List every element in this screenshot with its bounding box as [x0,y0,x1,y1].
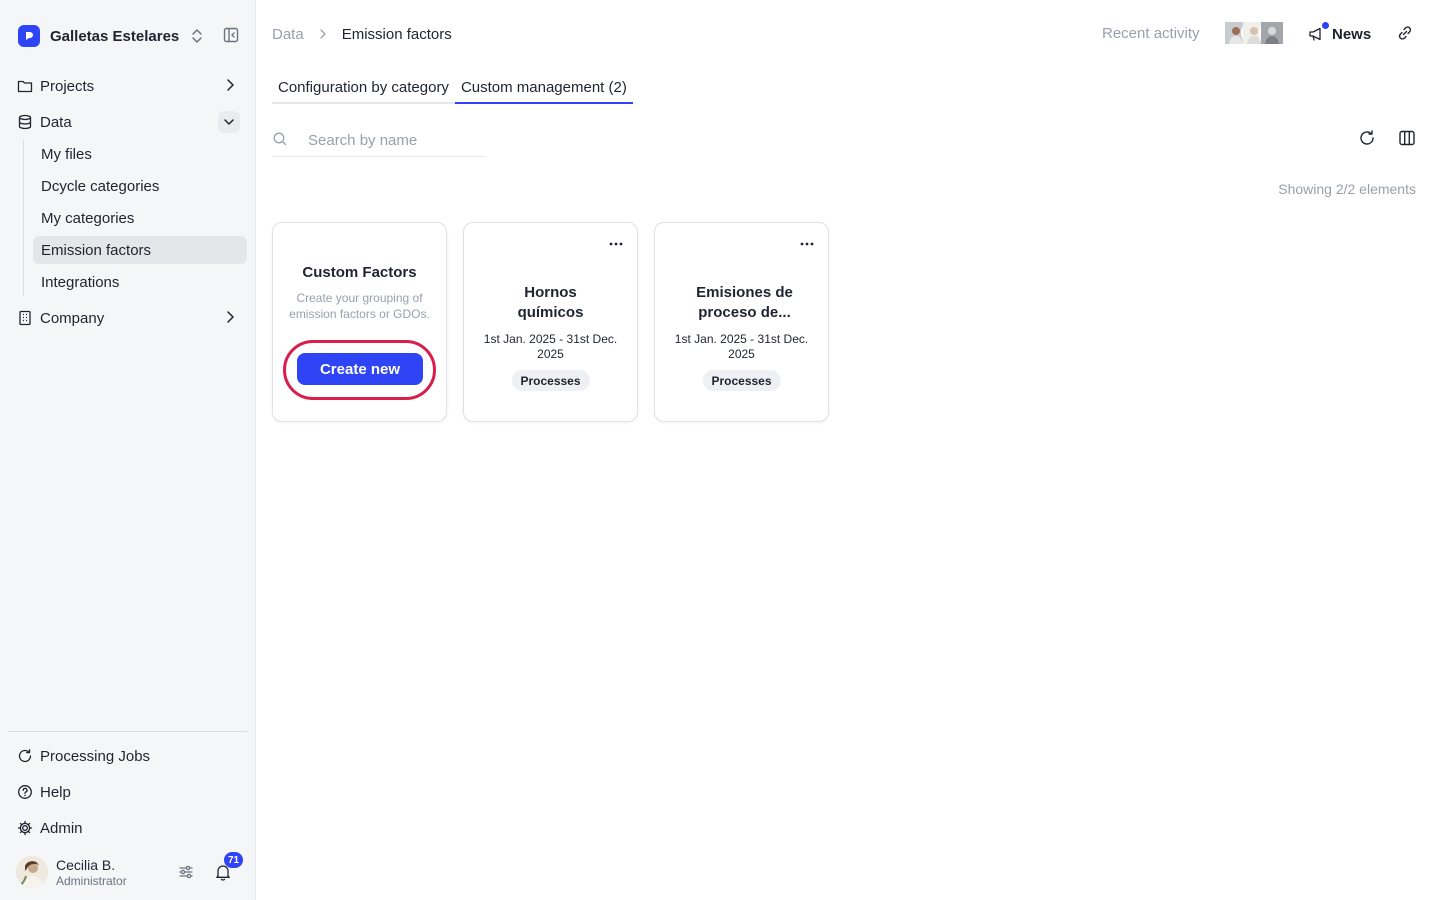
sidebar-item-my-files[interactable]: My files [33,140,247,168]
nav-processing-jobs[interactable]: Processing Jobs [16,742,244,770]
sidebar-item-dcycle-categories[interactable]: Dcycle categories [33,172,247,200]
breadcrumb-data-link[interactable]: Data [272,26,304,43]
card-title: Custom Factors [302,264,417,281]
link-icon[interactable] [1396,24,1414,42]
subnav-guide-line [23,140,24,296]
user-profile[interactable]: Cecilia B. Administrator 71 [16,852,248,890]
chevron-up-down-icon[interactable] [190,27,204,45]
chevron-right-icon [318,28,328,40]
card-title: Hornos químicos [517,284,584,321]
card-title: Emisiones de proceso de... [696,284,793,321]
database-icon [16,113,34,131]
refresh-icon[interactable] [1358,129,1376,147]
more-options-icon[interactable] [607,235,625,253]
element-count: Showing 2/2 elements [1278,181,1416,197]
recent-activity-link[interactable]: Recent activity [1102,25,1200,42]
org-name: Galletas Estelares [50,27,180,45]
chevron-right-icon[interactable] [222,309,238,325]
refresh-icon [16,747,34,765]
chevron-right-icon[interactable] [222,77,238,93]
category-tag: Processes [702,370,781,391]
nav-help-label: Help [40,783,71,801]
search-icon [272,131,288,147]
gear-icon [16,819,34,837]
create-custom-factors-card: Custom Factors Create your grouping of e… [272,222,447,422]
card-date-range: 1st Jan. 2025 - 31st Dec. 2025 [674,332,809,361]
tab-custom-management[interactable]: Custom management (2) [454,72,633,104]
category-tag: Processes [511,370,590,391]
collaborator-avatars[interactable] [1223,20,1285,48]
nav-processing-jobs-label: Processing Jobs [40,747,151,765]
breadcrumb-current: Emission factors [341,25,452,43]
org-switcher[interactable]: Galletas Estelares [18,24,246,48]
user-role: Administrator [56,874,127,888]
nav-admin-label: Admin [40,819,83,837]
nav-company[interactable]: Company [16,304,244,332]
nav-admin[interactable]: Admin [16,814,244,842]
tab-bar: Configuration by category Custom managem… [272,72,633,104]
card-date-range: 1st Jan. 2025 - 31st Dec. 2025 [483,332,618,361]
sliders-icon[interactable] [178,864,194,880]
org-logo-icon [18,25,40,47]
avatar[interactable] [16,856,48,888]
nav-data-label: Data [40,113,72,131]
sidebar-item-integrations[interactable]: Integrations [33,268,247,296]
columns-icon[interactable] [1398,129,1416,147]
tab-configuration-by-category[interactable]: Configuration by category [272,72,455,104]
help-circle-icon [16,783,34,801]
nav-projects[interactable]: Projects [16,72,244,100]
news-label: News [1332,25,1372,43]
breadcrumb: Data Emission factors [272,24,452,44]
news-button[interactable]: News [1308,22,1372,44]
custom-factor-card[interactable]: Hornos químicos 1st Jan. 2025 - 31st Dec… [463,222,638,422]
sidebar-item-my-categories[interactable]: My categories [33,204,247,232]
nav-projects-label: Projects [40,77,95,95]
more-options-icon[interactable] [798,235,816,253]
sidebar-divider [8,731,247,732]
sidebar: Galletas Estelares Projects Data My file… [0,0,256,900]
user-name: Cecilia B. [56,857,116,873]
nav-help[interactable]: Help [16,778,244,806]
nav-data[interactable]: Data [16,108,244,136]
collapse-sidebar-icon[interactable] [223,27,239,43]
sidebar-item-emission-factors[interactable]: Emission factors [33,236,247,264]
card-description: Create your grouping of emission factors… [289,291,430,321]
building-icon [16,309,34,327]
search-box [272,126,486,157]
avatar [1259,20,1285,46]
folder-icon [16,77,34,95]
create-new-button[interactable]: Create new [297,353,423,385]
nav-company-label: Company [40,309,105,327]
notification-count-badge: 71 [224,852,243,868]
megaphone-icon [1308,22,1329,42]
chevron-down-icon[interactable] [218,111,240,133]
search-input[interactable] [308,128,484,152]
custom-factor-card[interactable]: Emisiones de proceso de... 1st Jan. 2025… [654,222,829,422]
news-unread-dot [1322,22,1329,29]
